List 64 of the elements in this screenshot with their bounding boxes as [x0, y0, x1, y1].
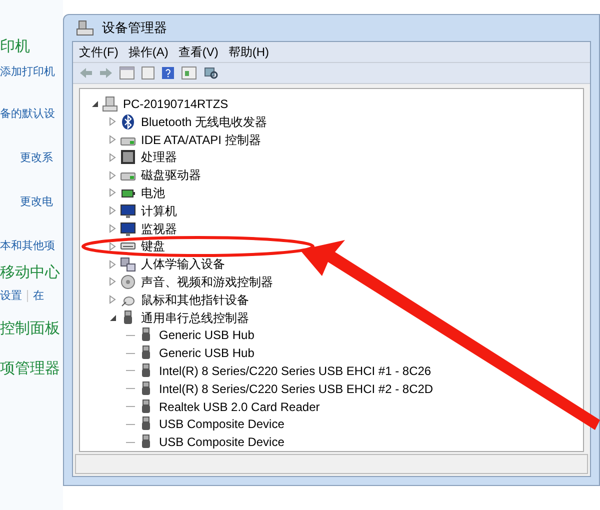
tree-item[interactable]: 磁盘驱动器 — [141, 166, 201, 184]
panel-link[interactable]: 设置 — [0, 288, 22, 304]
back-arrow-icon[interactable] — [79, 67, 93, 80]
expand-arrow-icon[interactable] — [108, 170, 117, 180]
speaker-icon — [120, 274, 136, 290]
collapse-arrow-icon[interactable] — [90, 99, 99, 108]
window-title: 设备管理器 — [102, 19, 167, 38]
expand-arrow-icon[interactable] — [108, 277, 117, 286]
panel-link[interactable]: 添加打印机 — [0, 64, 55, 80]
panel-heading[interactable]: 印机 — [0, 36, 30, 58]
forward-arrow-icon[interactable] — [99, 67, 113, 80]
help-icon[interactable] — [161, 66, 175, 80]
panel-link[interactable]: 在 — [33, 288, 44, 304]
tree-item[interactable]: Generic USB Hub — [159, 326, 254, 344]
expand-arrow-icon[interactable] — [108, 188, 117, 198]
scan-hardware-icon[interactable] — [203, 66, 219, 80]
panel-heading[interactable]: 控制面板 — [0, 318, 60, 340]
tree-item[interactable]: 人体学输入设备 — [141, 255, 225, 274]
tree-item[interactable]: 键盘 — [141, 237, 165, 256]
expand-arrow-icon[interactable] — [108, 242, 117, 251]
tree-item[interactable]: 监视器 — [141, 220, 177, 238]
tree-item[interactable]: Generic USB Hub — [159, 344, 254, 362]
window-icon[interactable] — [181, 66, 197, 80]
menu-item[interactable]: 查看(V) — [178, 43, 218, 62]
menu-item[interactable]: 文件(F) — [79, 43, 118, 62]
tree-item[interactable]: Realtek USB 2.0 Card Reader — [159, 398, 320, 416]
tree-item[interactable]: 声音、视频和游戏控制器 — [141, 272, 273, 291]
tree-item[interactable]: USB Composite Device — [159, 433, 284, 451]
expand-arrow-icon[interactable] — [108, 295, 117, 304]
document-icon[interactable] — [141, 66, 155, 80]
panel-link[interactable]: 备的默认设 — [0, 106, 55, 122]
tree-item[interactable]: 鼠标和其他指针设备 — [141, 290, 249, 309]
panel-link[interactable]: 更改系 — [20, 150, 53, 166]
expand-arrow-icon[interactable] — [108, 135, 117, 144]
collapse-arrow-icon[interactable] — [108, 313, 117, 322]
expand-arrow-icon[interactable] — [108, 224, 117, 234]
tree-item[interactable]: 计算机 — [141, 202, 177, 220]
tree-item[interactable]: 电池 — [141, 184, 165, 202]
input-device-icon — [120, 256, 136, 272]
expand-arrow-icon[interactable] — [108, 206, 117, 216]
monitor-icon — [120, 202, 136, 219]
window-icon[interactable] — [119, 66, 135, 80]
device-manager-icon — [76, 20, 94, 36]
panel-heading[interactable]: 项管理器 — [0, 358, 60, 380]
tree-item[interactable]: 通用串行总线控制器 — [141, 308, 249, 327]
menu-item[interactable]: 操作(A) — [128, 43, 168, 62]
panel-link[interactable]: 更改电 — [20, 194, 53, 210]
expand-arrow-icon[interactable] — [108, 260, 117, 269]
expand-arrow-icon[interactable] — [108, 117, 117, 126]
tree-item[interactable]: 处理器 — [141, 148, 177, 166]
computer-icon — [102, 96, 118, 112]
chip-icon — [120, 149, 136, 166]
panel-link[interactable]: 本和其他项 — [0, 238, 55, 254]
tree-item[interactable]: USB Composite Device — [159, 415, 284, 434]
tree-item[interactable]: Bluetooth 无线电收发器 — [141, 112, 268, 131]
menu-item[interactable]: 帮助(H) — [228, 43, 269, 62]
tree-item[interactable]: Intel(R) 8 Series/C220 Series USB EHCI #2 - 8C2D — [159, 380, 434, 398]
bluetooth-icon — [120, 114, 136, 130]
monitor-icon — [120, 220, 136, 237]
tree-item[interactable]: Intel(R) 8 Series/C220 Series USB EHCI #1 - 8C26 — [159, 362, 432, 380]
tree-item[interactable]: PC-20190714RTZS — [123, 94, 228, 113]
tree-item[interactable]: IDE ATA/ATAPI 控制器 — [141, 130, 261, 149]
expand-arrow-icon[interactable] — [108, 152, 117, 162]
panel-heading[interactable]: 移动中心 — [0, 262, 60, 284]
